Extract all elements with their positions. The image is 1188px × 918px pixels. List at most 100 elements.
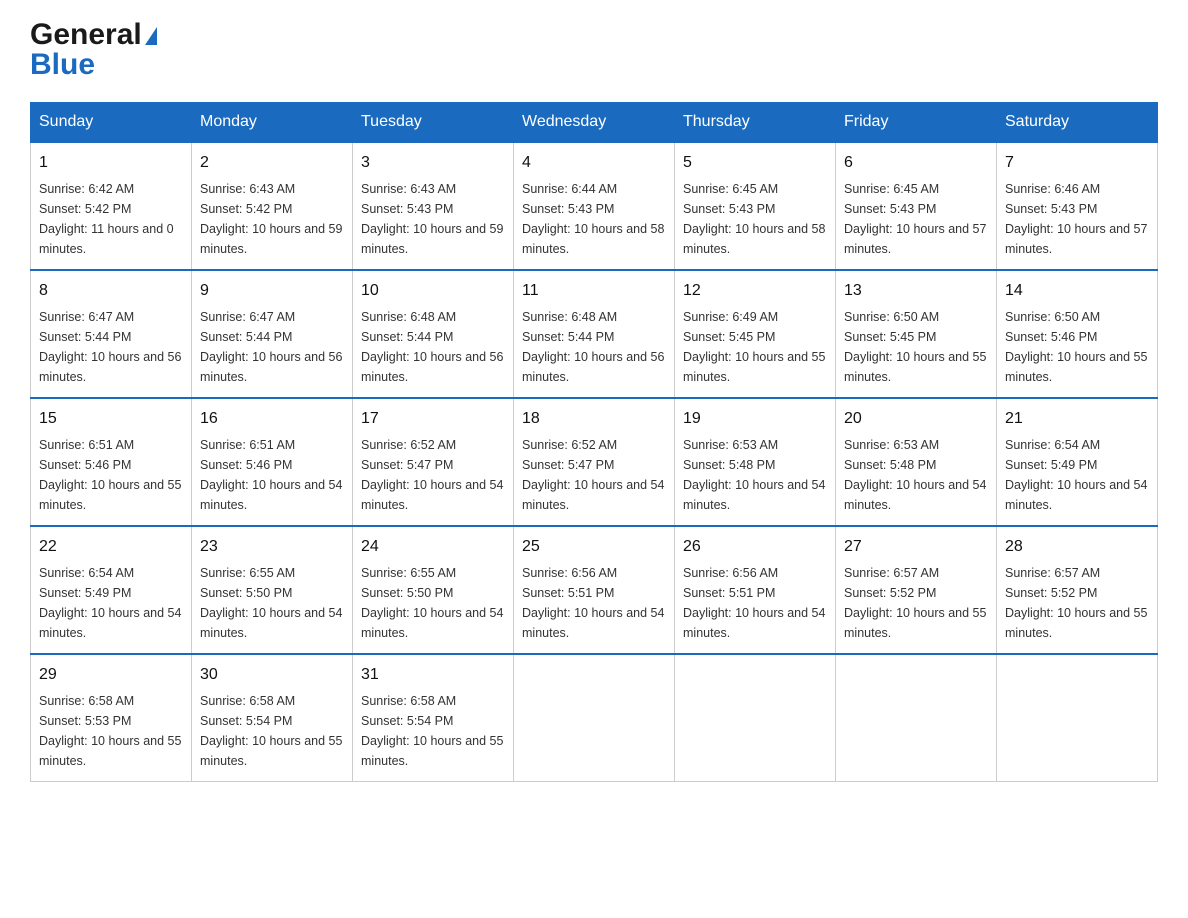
day-number: 6: [844, 151, 988, 175]
day-info: Sunrise: 6:51 AMSunset: 5:46 PMDaylight:…: [200, 435, 344, 515]
weekday-tuesday: Tuesday: [353, 103, 514, 143]
day-info: Sunrise: 6:56 AMSunset: 5:51 PMDaylight:…: [522, 563, 666, 643]
day-number: 10: [361, 279, 505, 303]
day-cell: 1 Sunrise: 6:42 AMSunset: 5:42 PMDayligh…: [31, 142, 192, 270]
day-cell: 8 Sunrise: 6:47 AMSunset: 5:44 PMDayligh…: [31, 270, 192, 398]
day-cell: 21 Sunrise: 6:54 AMSunset: 5:49 PMDaylig…: [997, 398, 1158, 526]
day-number: 25: [522, 535, 666, 559]
week-row-3: 15 Sunrise: 6:51 AMSunset: 5:46 PMDaylig…: [31, 398, 1158, 526]
day-number: 21: [1005, 407, 1149, 431]
day-cell: [675, 654, 836, 782]
day-cell: 25 Sunrise: 6:56 AMSunset: 5:51 PMDaylig…: [514, 526, 675, 654]
day-number: 23: [200, 535, 344, 559]
day-number: 17: [361, 407, 505, 431]
day-cell: 12 Sunrise: 6:49 AMSunset: 5:45 PMDaylig…: [675, 270, 836, 398]
day-cell: 26 Sunrise: 6:56 AMSunset: 5:51 PMDaylig…: [675, 526, 836, 654]
day-number: 26: [683, 535, 827, 559]
day-cell: 15 Sunrise: 6:51 AMSunset: 5:46 PMDaylig…: [31, 398, 192, 526]
day-number: 8: [39, 279, 183, 303]
day-info: Sunrise: 6:44 AMSunset: 5:43 PMDaylight:…: [522, 179, 666, 259]
day-info: Sunrise: 6:48 AMSunset: 5:44 PMDaylight:…: [522, 307, 666, 387]
day-info: Sunrise: 6:54 AMSunset: 5:49 PMDaylight:…: [39, 563, 183, 643]
calendar-table: SundayMondayTuesdayWednesdayThursdayFrid…: [30, 102, 1158, 782]
day-info: Sunrise: 6:47 AMSunset: 5:44 PMDaylight:…: [200, 307, 344, 387]
day-number: 19: [683, 407, 827, 431]
weekday-saturday: Saturday: [997, 103, 1158, 143]
day-cell: [514, 654, 675, 782]
day-info: Sunrise: 6:47 AMSunset: 5:44 PMDaylight:…: [39, 307, 183, 387]
day-cell: 2 Sunrise: 6:43 AMSunset: 5:42 PMDayligh…: [192, 142, 353, 270]
day-number: 4: [522, 151, 666, 175]
day-info: Sunrise: 6:45 AMSunset: 5:43 PMDaylight:…: [683, 179, 827, 259]
day-cell: 27 Sunrise: 6:57 AMSunset: 5:52 PMDaylig…: [836, 526, 997, 654]
day-cell: 28 Sunrise: 6:57 AMSunset: 5:52 PMDaylig…: [997, 526, 1158, 654]
day-number: 9: [200, 279, 344, 303]
weekday-thursday: Thursday: [675, 103, 836, 143]
calendar-body: 1 Sunrise: 6:42 AMSunset: 5:42 PMDayligh…: [31, 142, 1158, 782]
day-info: Sunrise: 6:58 AMSunset: 5:54 PMDaylight:…: [361, 691, 505, 771]
calendar-header: SundayMondayTuesdayWednesdayThursdayFrid…: [31, 103, 1158, 143]
day-cell: [836, 654, 997, 782]
day-info: Sunrise: 6:51 AMSunset: 5:46 PMDaylight:…: [39, 435, 183, 515]
week-row-4: 22 Sunrise: 6:54 AMSunset: 5:49 PMDaylig…: [31, 526, 1158, 654]
day-cell: 18 Sunrise: 6:52 AMSunset: 5:47 PMDaylig…: [514, 398, 675, 526]
day-info: Sunrise: 6:43 AMSunset: 5:42 PMDaylight:…: [200, 179, 344, 259]
day-info: Sunrise: 6:53 AMSunset: 5:48 PMDaylight:…: [844, 435, 988, 515]
weekday-friday: Friday: [836, 103, 997, 143]
day-cell: [997, 654, 1158, 782]
day-cell: 16 Sunrise: 6:51 AMSunset: 5:46 PMDaylig…: [192, 398, 353, 526]
day-info: Sunrise: 6:58 AMSunset: 5:53 PMDaylight:…: [39, 691, 183, 771]
day-info: Sunrise: 6:53 AMSunset: 5:48 PMDaylight:…: [683, 435, 827, 515]
day-info: Sunrise: 6:50 AMSunset: 5:45 PMDaylight:…: [844, 307, 988, 387]
day-number: 24: [361, 535, 505, 559]
day-number: 22: [39, 535, 183, 559]
week-row-5: 29 Sunrise: 6:58 AMSunset: 5:53 PMDaylig…: [31, 654, 1158, 782]
day-number: 13: [844, 279, 988, 303]
logo-blue: Blue: [30, 48, 95, 82]
day-cell: 14 Sunrise: 6:50 AMSunset: 5:46 PMDaylig…: [997, 270, 1158, 398]
day-info: Sunrise: 6:55 AMSunset: 5:50 PMDaylight:…: [361, 563, 505, 643]
day-number: 15: [39, 407, 183, 431]
logo-triangle-icon: [145, 27, 157, 45]
day-info: Sunrise: 6:45 AMSunset: 5:43 PMDaylight:…: [844, 179, 988, 259]
day-info: Sunrise: 6:58 AMSunset: 5:54 PMDaylight:…: [200, 691, 344, 771]
day-number: 27: [844, 535, 988, 559]
day-cell: 4 Sunrise: 6:44 AMSunset: 5:43 PMDayligh…: [514, 142, 675, 270]
day-cell: 5 Sunrise: 6:45 AMSunset: 5:43 PMDayligh…: [675, 142, 836, 270]
week-row-1: 1 Sunrise: 6:42 AMSunset: 5:42 PMDayligh…: [31, 142, 1158, 270]
day-info: Sunrise: 6:49 AMSunset: 5:45 PMDaylight:…: [683, 307, 827, 387]
day-cell: 11 Sunrise: 6:48 AMSunset: 5:44 PMDaylig…: [514, 270, 675, 398]
day-number: 2: [200, 151, 344, 175]
page-header: General Blue: [30, 20, 1158, 82]
day-cell: 10 Sunrise: 6:48 AMSunset: 5:44 PMDaylig…: [353, 270, 514, 398]
day-cell: 23 Sunrise: 6:55 AMSunset: 5:50 PMDaylig…: [192, 526, 353, 654]
weekday-header-row: SundayMondayTuesdayWednesdayThursdayFrid…: [31, 103, 1158, 143]
day-number: 3: [361, 151, 505, 175]
weekday-wednesday: Wednesday: [514, 103, 675, 143]
day-cell: 9 Sunrise: 6:47 AMSunset: 5:44 PMDayligh…: [192, 270, 353, 398]
day-cell: 3 Sunrise: 6:43 AMSunset: 5:43 PMDayligh…: [353, 142, 514, 270]
day-cell: 13 Sunrise: 6:50 AMSunset: 5:45 PMDaylig…: [836, 270, 997, 398]
day-number: 16: [200, 407, 344, 431]
logo: General Blue: [30, 20, 157, 82]
day-number: 18: [522, 407, 666, 431]
day-number: 12: [683, 279, 827, 303]
day-number: 1: [39, 151, 183, 175]
day-info: Sunrise: 6:42 AMSunset: 5:42 PMDaylight:…: [39, 179, 183, 259]
day-number: 7: [1005, 151, 1149, 175]
day-info: Sunrise: 6:46 AMSunset: 5:43 PMDaylight:…: [1005, 179, 1149, 259]
day-info: Sunrise: 6:50 AMSunset: 5:46 PMDaylight:…: [1005, 307, 1149, 387]
day-info: Sunrise: 6:52 AMSunset: 5:47 PMDaylight:…: [361, 435, 505, 515]
day-info: Sunrise: 6:55 AMSunset: 5:50 PMDaylight:…: [200, 563, 344, 643]
day-cell: 19 Sunrise: 6:53 AMSunset: 5:48 PMDaylig…: [675, 398, 836, 526]
day-info: Sunrise: 6:57 AMSunset: 5:52 PMDaylight:…: [844, 563, 988, 643]
day-cell: 17 Sunrise: 6:52 AMSunset: 5:47 PMDaylig…: [353, 398, 514, 526]
day-cell: 22 Sunrise: 6:54 AMSunset: 5:49 PMDaylig…: [31, 526, 192, 654]
weekday-monday: Monday: [192, 103, 353, 143]
day-cell: 29 Sunrise: 6:58 AMSunset: 5:53 PMDaylig…: [31, 654, 192, 782]
day-cell: 6 Sunrise: 6:45 AMSunset: 5:43 PMDayligh…: [836, 142, 997, 270]
week-row-2: 8 Sunrise: 6:47 AMSunset: 5:44 PMDayligh…: [31, 270, 1158, 398]
day-cell: 30 Sunrise: 6:58 AMSunset: 5:54 PMDaylig…: [192, 654, 353, 782]
day-info: Sunrise: 6:54 AMSunset: 5:49 PMDaylight:…: [1005, 435, 1149, 515]
day-number: 29: [39, 663, 183, 687]
